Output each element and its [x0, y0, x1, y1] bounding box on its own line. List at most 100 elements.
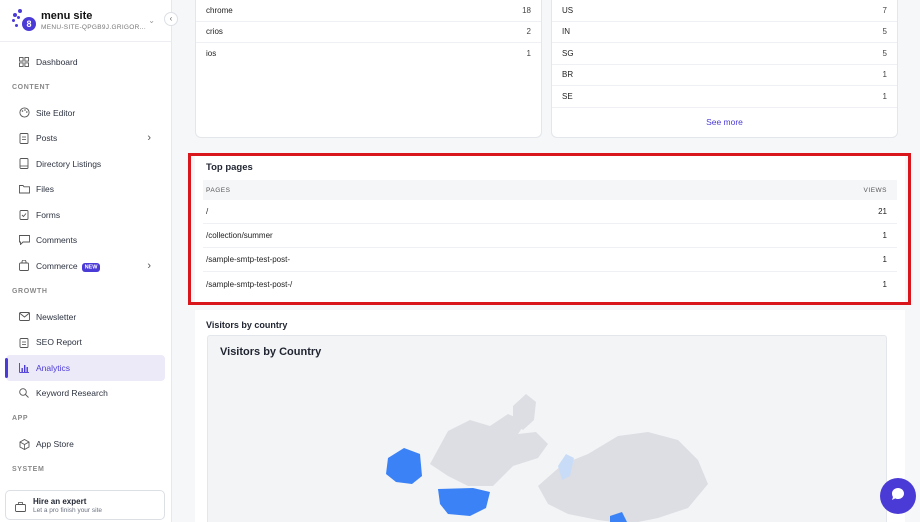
- sidebar-item-analytics[interactable]: Analytics: [6, 355, 165, 381]
- table-row: /sample-smtp-test-post-/ 1: [203, 272, 897, 296]
- sidebar-item-newsletter[interactable]: Newsletter: [6, 304, 165, 330]
- dashboard-icon: [18, 56, 30, 68]
- hire-expert-card[interactable]: Hire an expert Let a pro finish your sit…: [5, 490, 165, 520]
- sidebar-item-label: Site Editor: [36, 107, 76, 118]
- top-pages-title: Top pages: [206, 162, 253, 173]
- book-icon: [18, 158, 30, 170]
- table-row: ios 1: [196, 43, 541, 65]
- country-count: 5: [882, 27, 887, 37]
- browser-name: crios: [206, 27, 223, 37]
- chevron-right-icon: ›: [147, 132, 151, 145]
- section-app: APP: [12, 415, 29, 422]
- sidebar-item-label: Files: [36, 184, 54, 195]
- country-code: SE: [562, 91, 573, 101]
- table-row: chrome 18: [196, 0, 541, 22]
- country-code: SG: [562, 48, 574, 58]
- top-pages-card: Top pages PAGES VIEWS / 21 /collection/su…: [195, 155, 905, 302]
- country-count: 7: [882, 5, 887, 15]
- browser-name: ios: [206, 49, 217, 59]
- report-icon: [18, 336, 30, 348]
- sidebar-item-label: Posts: [36, 133, 58, 144]
- chat-icon: [890, 486, 906, 507]
- table-row: / 21: [203, 200, 897, 224]
- country-code: BR: [562, 70, 574, 80]
- comment-icon: [18, 234, 30, 246]
- site-switcher[interactable]: 8 menu site MENU-SITE-QPGB9J.GRIGOR... ⌄: [0, 0, 171, 42]
- visitors-by-country-card: Visitors by country Visitors by Country: [195, 310, 905, 522]
- sidebar-item-dashboard[interactable]: Dashboard: [6, 49, 165, 75]
- page-views: 1: [882, 279, 887, 289]
- table-row: /collection/summer 1: [203, 224, 897, 248]
- section-content: CONTENT: [12, 83, 51, 91]
- collapse-sidebar-button[interactable]: ‹: [164, 12, 178, 26]
- sidebar-item-label: Dashboard: [36, 56, 78, 67]
- sidebar-item-label: Keyword Research: [36, 388, 108, 399]
- sidebar-item-label: Directory Listings: [36, 158, 102, 169]
- sidebar-item-label: Comments: [36, 235, 78, 246]
- briefcase-icon: [15, 499, 27, 512]
- sidebar-item-site-editor[interactable]: Site Editor: [6, 100, 165, 126]
- sidebar: 8 menu site MENU-SITE-QPGB9J.GRIGOR... ⌄…: [0, 0, 172, 522]
- section-system: SYSTEM: [12, 466, 45, 473]
- new-badge: NEW: [81, 263, 101, 273]
- world-map: Visitors by Country: [207, 335, 887, 522]
- bag-icon: [18, 260, 30, 272]
- table-row: US 7: [552, 0, 897, 22]
- browser-count: 1: [526, 49, 531, 59]
- see-more-link[interactable]: See more: [552, 117, 897, 127]
- page-views: 21: [878, 207, 887, 216]
- sidebar-nav: Dashboard CONTENT Site Editor Posts › Di…: [0, 42, 171, 483]
- search-icon: [18, 387, 30, 399]
- folder-icon: [18, 183, 30, 195]
- table-row: IN 5: [552, 22, 897, 43]
- sidebar-item-app-store[interactable]: App Store: [6, 432, 165, 458]
- country-count: 1: [882, 91, 887, 101]
- hire-expert-subtitle: Let a pro finish your site: [33, 506, 103, 514]
- section-growth: GROWTH: [12, 287, 48, 295]
- table-row: SE 1: [552, 86, 897, 108]
- chat-button[interactable]: [880, 478, 916, 514]
- sidebar-item-label: App Store: [36, 439, 74, 450]
- sidebar-item-files[interactable]: Files: [6, 177, 165, 203]
- site-subdomain: MENU-SITE-QPGB9J.GRIGOR...: [41, 24, 146, 31]
- box-icon: [18, 438, 30, 450]
- mail-icon: [18, 311, 30, 323]
- sidebar-item-comments[interactable]: Comments: [6, 228, 165, 254]
- page-views: 1: [882, 231, 887, 240]
- country-code: IN: [562, 27, 570, 37]
- site-logo: 8: [12, 8, 36, 33]
- page-path: /sample-smtp-test-post-: [206, 255, 291, 264]
- browsers-card: chrome 18 crios 2 ios 1: [195, 0, 542, 138]
- palette-icon: [18, 107, 30, 119]
- sidebar-item-label: Newsletter: [36, 311, 77, 322]
- top-pages-header: PAGES VIEWS: [203, 180, 897, 200]
- sidebar-item-seo-report[interactable]: SEO Report: [6, 330, 165, 356]
- sidebar-item-forms[interactable]: Forms: [6, 202, 165, 228]
- table-row: SG 5: [552, 43, 897, 65]
- country-count: 5: [882, 48, 887, 58]
- sidebar-item-keyword-research[interactable]: Keyword Research: [6, 381, 165, 407]
- browser-name: chrome: [206, 5, 233, 15]
- chevron-right-icon: ›: [147, 259, 151, 272]
- chevron-down-icon: ⌄: [148, 16, 155, 25]
- browser-count: 18: [522, 5, 531, 15]
- visitors-by-country-label: Visitors by country: [206, 320, 288, 330]
- country-code: US: [562, 5, 574, 15]
- bar-chart-icon: [18, 362, 30, 374]
- page-path: /collection/summer: [206, 231, 273, 240]
- table-row: /sample-smtp-test-post- 1: [203, 248, 897, 272]
- page-path: /sample-smtp-test-post-/: [206, 279, 293, 289]
- table-row: BR 1: [552, 65, 897, 86]
- sidebar-item-posts[interactable]: Posts ›: [6, 126, 165, 152]
- countries-card: US 7 IN 5 SG 5 BR 1 SE 1 See more: [551, 0, 898, 138]
- sidebar-item-commerce[interactable]: Commerce NEW ›: [6, 253, 165, 279]
- sidebar-item-label: Commerce: [36, 260, 78, 271]
- column-header-views: VIEWS: [863, 186, 887, 194]
- table-row: crios 2: [196, 22, 541, 43]
- world-map-graphic: [386, 394, 708, 522]
- country-count: 1: [882, 70, 887, 80]
- column-header-pages: PAGES: [206, 186, 231, 194]
- sidebar-item-label: SEO Report: [36, 337, 82, 348]
- sidebar-item-directory-listings[interactable]: Directory Listings: [6, 151, 165, 177]
- page-views: 1: [882, 255, 887, 264]
